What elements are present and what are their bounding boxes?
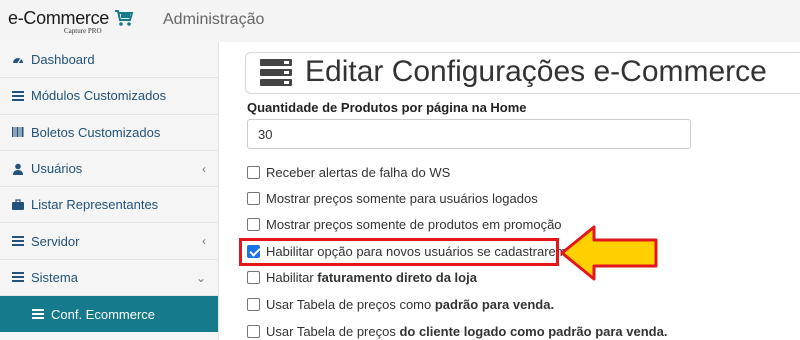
chevron-left-icon: ‹ <box>202 234 206 249</box>
sidebar-item-label: Boletos Customizados <box>31 124 161 140</box>
top-bar: e-Commerce Capture PRO Administração <box>0 0 800 42</box>
sidebar-item-label: Usuários <box>31 161 83 177</box>
server-icon <box>32 309 44 320</box>
sidebar-item-usuarios[interactable]: Usuários ‹ <box>0 151 218 188</box>
sidebar-item-label: Dashboard <box>31 52 95 68</box>
sidebar-item-label: Módulos Customizados <box>31 88 167 104</box>
cart-icon <box>115 10 134 26</box>
logo-text: e-Commerce <box>8 8 110 28</box>
server-icon <box>12 272 24 283</box>
sidebar-item-label: Conf. Ecommerce <box>51 306 156 322</box>
sidebar-item-dashboard[interactable]: Dashboard <box>0 42 218 79</box>
option-label: Habilitar faturamento direto da loja <box>266 269 477 285</box>
server-icon <box>260 59 292 86</box>
option-tabela-padrao[interactable]: Usar Tabela de preços como padrão para v… <box>247 295 554 313</box>
page-title-panel: Editar Configurações e-Commerce <box>245 52 800 94</box>
chevron-down-icon: ⌄ <box>195 270 206 285</box>
option-precos-logados[interactable]: Mostrar preços somente para usuários log… <box>247 189 538 207</box>
list-icon <box>12 90 24 101</box>
sidebar: Dashboard Módulos Customizados Boletos C… <box>0 42 219 340</box>
option-label: Receber alertas de falha do WS <box>266 164 451 180</box>
option-label: Mostrar preços somente de produtos em pr… <box>266 216 562 232</box>
checkbox[interactable] <box>247 191 260 205</box>
sidebar-item-modulos[interactable]: Módulos Customizados <box>0 78 218 115</box>
logo-subtext: Capture PRO <box>64 27 102 35</box>
main-content: Editar Configurações e-Commerce Quantida… <box>232 42 800 340</box>
app-logo[interactable]: e-Commerce Capture PRO <box>8 6 134 36</box>
checkbox[interactable] <box>247 297 260 311</box>
sidebar-item-servidor[interactable]: Servidor ‹ <box>0 223 218 260</box>
option-label: Usar Tabela de preços como padrão para v… <box>266 296 555 312</box>
dashboard-icon <box>13 57 23 63</box>
sidebar-item-label: Sistema <box>31 269 78 285</box>
sidebar-item-label: Listar Representantes <box>31 197 159 213</box>
sidebar-item-representantes[interactable]: Listar Representantes <box>0 187 218 224</box>
sidebar-item-label: Servidor <box>31 233 80 249</box>
products-per-page-input[interactable] <box>247 119 691 149</box>
page-title: Editar Configurações e-Commerce <box>305 55 767 88</box>
products-per-page-label: Quantidade de Produtos por página na Hom… <box>247 100 527 115</box>
header-title: Administração <box>163 11 265 28</box>
option-label: Mostrar preços somente para usuários log… <box>266 190 538 206</box>
sidebar-item-conf-ecommerce[interactable]: Conf. Ecommerce <box>0 296 218 333</box>
option-label: Usar Tabela de preços do cliente logado … <box>266 323 668 339</box>
briefcase-icon <box>12 199 24 210</box>
option-tabela-cliente[interactable]: Usar Tabela de preços do cliente logado … <box>247 322 667 340</box>
user-icon <box>13 163 23 175</box>
checkbox[interactable] <box>247 324 260 338</box>
checkbox[interactable] <box>247 165 260 179</box>
arrow-left-icon <box>560 225 658 281</box>
server-icon <box>12 236 24 247</box>
sidebar-item-boletos[interactable]: Boletos Customizados <box>0 115 218 151</box>
checkbox[interactable] <box>247 270 260 284</box>
barcode-icon <box>12 127 24 138</box>
option-faturamento-direto[interactable]: Habilitar faturamento direto da loja <box>247 268 477 286</box>
sidebar-item-sistema[interactable]: Sistema ⌄ <box>0 260 218 297</box>
option-alertas-ws[interactable]: Receber alertas de falha do WS <box>247 163 450 181</box>
checkbox[interactable] <box>247 217 260 231</box>
option-precos-promocao[interactable]: Mostrar preços somente de produtos em pr… <box>247 215 562 233</box>
highlight-box <box>239 238 559 266</box>
chevron-left-icon: ‹ <box>202 161 206 176</box>
